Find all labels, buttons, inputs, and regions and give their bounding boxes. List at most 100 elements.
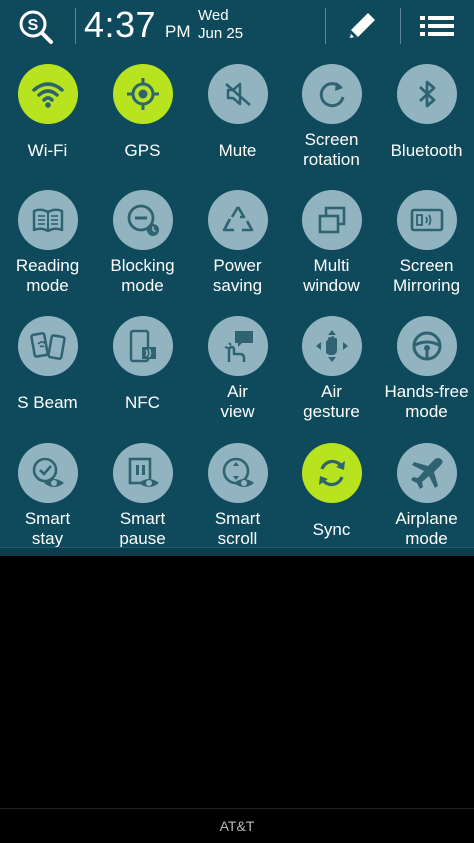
list-icon[interactable] [414,6,460,46]
toggle-label: Smart pause [95,509,190,549]
toggle-s-beam[interactable]: S Beam [0,316,95,436]
toggle-label: Air view [190,382,285,422]
rotation-icon[interactable] [302,64,362,124]
toggle-label-line2: saving [212,276,263,295]
toggle-label-line2: Mirroring [392,276,461,295]
air-gesture-icon[interactable] [302,316,362,376]
pencil-icon[interactable] [340,6,384,46]
toggle-screen-rotation[interactable]: Screen rotation [284,64,379,184]
toggle-air-gesture[interactable]: Air gesture [284,316,379,436]
wifi-icon[interactable] [18,64,78,124]
bluetooth-icon[interactable] [397,64,457,124]
toggle-label-line2: window [303,276,360,295]
toggle-label-line1: Airplane [395,509,458,528]
toggle-reading-mode[interactable]: Reading mode [0,190,95,310]
toggle-label: Mute [190,141,285,161]
toggle-smart-scroll[interactable]: Smart scroll [190,443,285,563]
toggle-wi-fi[interactable]: Wi-Fi [0,64,95,184]
toggle-label-line2: pause [119,529,166,548]
clock-day: Wed [198,7,229,24]
toggle-power-saving[interactable]: Power saving [190,190,285,310]
toggle-label: Blocking mode [95,256,190,296]
recycle-icon[interactable] [208,190,268,250]
header-divider [75,8,76,44]
toggle-smart-stay[interactable]: Smart stay [0,443,95,563]
smart-scroll-icon[interactable] [208,443,268,503]
toggle-label: Air gesture [284,382,379,422]
toggle-label: GPS [95,141,190,161]
toggle-label: S Beam [0,393,95,413]
smart-pause-icon[interactable] [113,443,173,503]
quick-settings-panel: S 4:37 PM Wed Jun 25 Wi-Fi GPS Mute Screen r… [0,0,474,556]
toggle-label: Smart stay [0,509,95,549]
toggle-label-line2: scroll [217,529,258,548]
toggle-label-line2: mode [121,276,164,295]
toggle-label-line1: Multi [313,256,350,275]
toggle-label-line1: Reading [15,256,80,275]
toggle-label-line1: Blocking [110,256,175,275]
toggle-smart-pause[interactable]: Smart pause [95,443,190,563]
clock-time: 4:37 [84,4,157,45]
toggle-label-line1: Sync [312,520,351,539]
toggle-label-line1: Smart [24,509,71,528]
toggle-label-line1: Mute [218,141,257,160]
toggle-gps[interactable]: GPS [95,64,190,184]
sync-icon[interactable] [302,443,362,503]
multi-window-icon[interactable] [302,190,362,250]
toggle-label-line1: Smart [119,509,166,528]
toggle-label-line2: gesture [303,402,360,421]
toggle-label-line2: mode [26,276,69,295]
gps-icon[interactable] [113,64,173,124]
toggle-sync[interactable]: Sync [284,443,379,563]
clock-date: Jun 25 [198,25,244,42]
blocking-icon[interactable] [113,190,173,250]
toggle-label: Wi-Fi [0,141,95,161]
toggle-blocking-mode[interactable]: Blocking mode [95,190,190,310]
toggle-label-line1: Screen [399,256,454,275]
airplane-icon[interactable] [397,443,457,503]
notification-header: S 4:37 PM Wed Jun 25 [0,0,474,52]
nfc-icon[interactable] [113,316,173,376]
air-view-icon[interactable] [208,316,268,376]
s-finder-icon[interactable]: S [14,6,60,46]
toggle-multi-window[interactable]: Multi window [284,190,379,310]
clock-ampm: PM [165,22,191,41]
toggle-screen-mirroring[interactable]: Screen Mirroring [379,190,474,310]
mute-icon[interactable] [208,64,268,124]
toggle-label: Multi window [284,256,379,296]
toggle-label-line2: mode [405,402,448,421]
toggle-label: Reading mode [0,256,95,296]
header-divider [325,8,326,44]
mirroring-icon[interactable] [397,190,457,250]
toggle-label-line1: Hands-free [384,382,469,401]
toggle-label-line1: NFC [125,393,160,412]
toggle-airplane-mode[interactable]: Airplane mode [379,443,474,563]
toggle-label: Smart scroll [190,509,285,549]
toggle-label: Hands-free mode [379,382,474,422]
toggle-label-line1: Wi-Fi [27,141,68,160]
toggle-label-line2: rotation [303,150,360,169]
toggle-bluetooth[interactable]: Bluetooth [379,64,474,184]
toggle-label: Airplane mode [379,509,474,549]
toggle-label-line2: view [220,402,255,421]
smart-stay-icon[interactable] [18,443,78,503]
toggle-label: Power saving [190,256,285,296]
toggle-label: Bluetooth [379,141,474,161]
toggle-label-line2: mode [405,529,448,548]
toggle-mute[interactable]: Mute [190,64,285,184]
toggle-label: Sync [284,520,379,540]
steering-wheel-icon[interactable] [397,316,457,376]
toggle-nfc[interactable]: NFC [95,316,190,436]
toggle-label-line1: Air [227,382,248,401]
toggle-label-line1: Bluetooth [390,141,463,160]
svg-text:S: S [28,17,39,34]
s-beam-icon[interactable] [18,316,78,376]
toggle-label-line1: Smart [214,509,261,528]
toggle-label: Screen rotation [284,130,379,170]
toggle-air-view[interactable]: Air view [190,316,285,436]
toggle-label-line2: stay [31,529,64,548]
toggle-label-line1: Screen [304,130,359,149]
book-icon[interactable] [18,190,78,250]
toggle-hands-free-mode[interactable]: Hands-free mode [379,316,474,436]
toggle-label-line1: S Beam [17,393,78,412]
